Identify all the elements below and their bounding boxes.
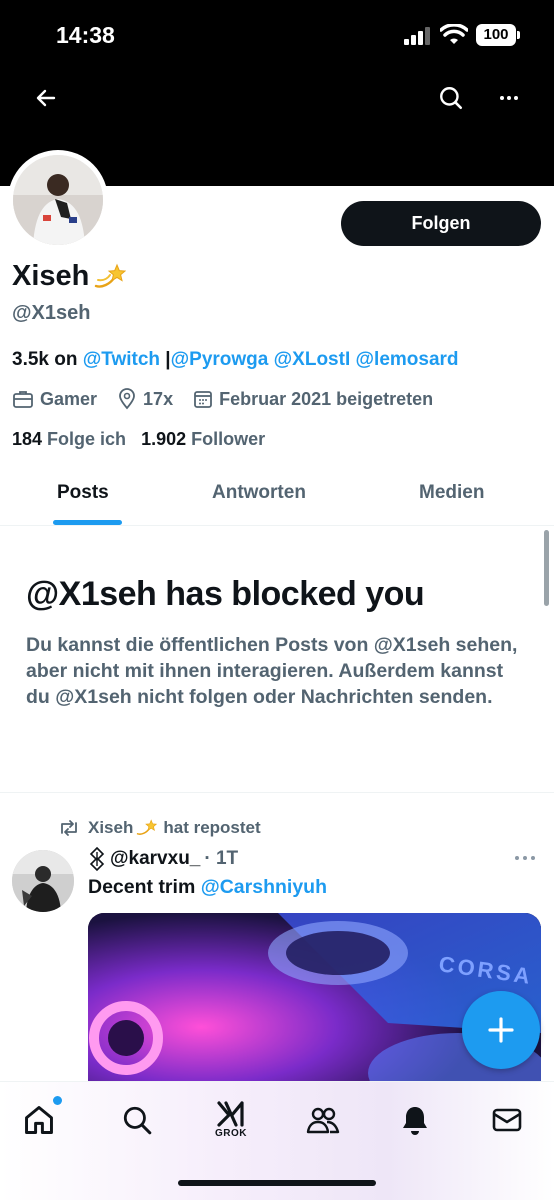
search-button[interactable]: [431, 78, 471, 118]
bio-prefix: 3.5k on: [12, 349, 83, 370]
meta-category-label: Gamer: [40, 388, 98, 409]
more-icon: [500, 96, 518, 100]
repost-suffix: hat repostet: [163, 818, 261, 837]
mail-icon: [492, 1108, 522, 1132]
meta-category: Gamer: [12, 389, 97, 410]
scrollbar[interactable]: [544, 530, 549, 606]
bio-mention[interactable]: @XLostI: [274, 349, 351, 370]
active-tab-indicator: [53, 520, 122, 525]
compose-post-button[interactable]: [462, 991, 540, 1069]
status-time: 14:38: [56, 22, 115, 48]
user-badge-icon: [89, 846, 105, 872]
search-icon: [440, 87, 463, 110]
profile-bio: 3.5k on @Twitch |@Pyrowga @XLostI @lemos…: [12, 349, 459, 371]
bio-separator: |: [160, 349, 171, 370]
section-divider: [0, 792, 554, 793]
dizzy-star-emoji-icon: [95, 263, 127, 288]
nav-grok[interactable]: GROK: [206, 1100, 256, 1140]
profile-name-row: Xiseh: [12, 260, 127, 293]
post-text: Decent trim @Carshniyuh: [88, 876, 327, 899]
post-text-body: Decent trim: [88, 876, 201, 898]
post-mention[interactable]: @Carshniyuh: [201, 876, 327, 898]
bio-mention[interactable]: @lemosard: [356, 349, 459, 370]
nav-home[interactable]: [14, 1100, 64, 1140]
blocked-title: @X1seh has blocked you: [26, 575, 425, 613]
profile-name: Xiseh: [12, 260, 90, 292]
calendar-icon: [194, 391, 212, 408]
grok-label: GROK: [215, 1128, 247, 1139]
tab-replies[interactable]: Antworten: [212, 482, 306, 504]
bio-link-twitch[interactable]: @Twitch: [83, 349, 160, 370]
bell-icon: [403, 1107, 427, 1135]
back-button[interactable]: [26, 78, 66, 118]
home-indicator: [178, 1180, 376, 1186]
search-icon: [123, 1106, 152, 1135]
profile-handle: @X1seh: [12, 302, 91, 324]
blocked-text: Du kannst die öffentlichen Posts von @X1…: [26, 634, 518, 708]
grok-icon: [217, 1101, 244, 1127]
followers-stat[interactable]: 1.902 Follower: [141, 429, 265, 450]
home-icon: [25, 1106, 53, 1134]
plus-icon: [488, 1017, 514, 1043]
followers-label: Follower: [191, 429, 266, 449]
profile-avatar[interactable]: [8, 150, 108, 250]
meta-location-label: 17x: [143, 388, 174, 409]
repost-icon: [61, 820, 77, 836]
nav-notifications[interactable]: [390, 1100, 440, 1140]
profile-tabs: Posts Antworten Medien: [0, 468, 554, 526]
repost-name[interactable]: Xiseh: [88, 818, 133, 838]
nav-messages[interactable]: [482, 1100, 532, 1140]
communities-icon: [306, 1107, 340, 1134]
meta-joined-label: Februar 2021 beigetreten: [219, 388, 434, 409]
following-stat[interactable]: 184 Folge ich: [12, 429, 126, 450]
bio-mention[interactable]: @Pyrowga: [171, 349, 269, 370]
dizzy-star-emoji-icon: [137, 819, 158, 835]
repost-indicator: Xiseh hat repostet: [58, 818, 261, 838]
location-pin-icon: [119, 388, 135, 410]
following-label: Folge ich: [47, 429, 127, 449]
post-time: · 1T: [204, 848, 239, 869]
briefcase-icon: [13, 391, 33, 408]
status-bar: 14:38 100: [0, 0, 554, 70]
follow-button[interactable]: Folgen: [341, 201, 541, 246]
back-arrow-icon: [36, 89, 56, 107]
following-count: 184: [12, 429, 43, 449]
profile-meta: Gamer 17x Februar 2021 beigetreten: [12, 388, 453, 410]
tab-media[interactable]: Medien: [419, 482, 484, 504]
more-icon: [515, 856, 535, 860]
cellular-signal-icon: [404, 27, 430, 45]
tab-posts[interactable]: Posts: [57, 482, 109, 504]
post-header: @karvxu_ · 1T: [88, 846, 238, 872]
meta-location: 17x: [117, 388, 173, 410]
post-more-button[interactable]: [514, 850, 536, 868]
nav-search[interactable]: [112, 1100, 162, 1140]
home-notification-dot: [53, 1096, 62, 1105]
post-author-avatar[interactable]: [12, 850, 74, 912]
more-options-button[interactable]: [489, 78, 529, 118]
post-author-handle[interactable]: @karvxu_: [110, 848, 200, 870]
profile-stats: 184 Folge ich 1.902 Follower: [12, 429, 280, 450]
nav-communities[interactable]: [298, 1100, 348, 1140]
avatar-image: [13, 155, 103, 245]
followers-count: 1.902: [141, 429, 187, 449]
battery-icon: 100: [476, 24, 520, 46]
wifi-icon: [440, 24, 468, 44]
meta-joined: Februar 2021 beigetreten: [193, 389, 433, 410]
